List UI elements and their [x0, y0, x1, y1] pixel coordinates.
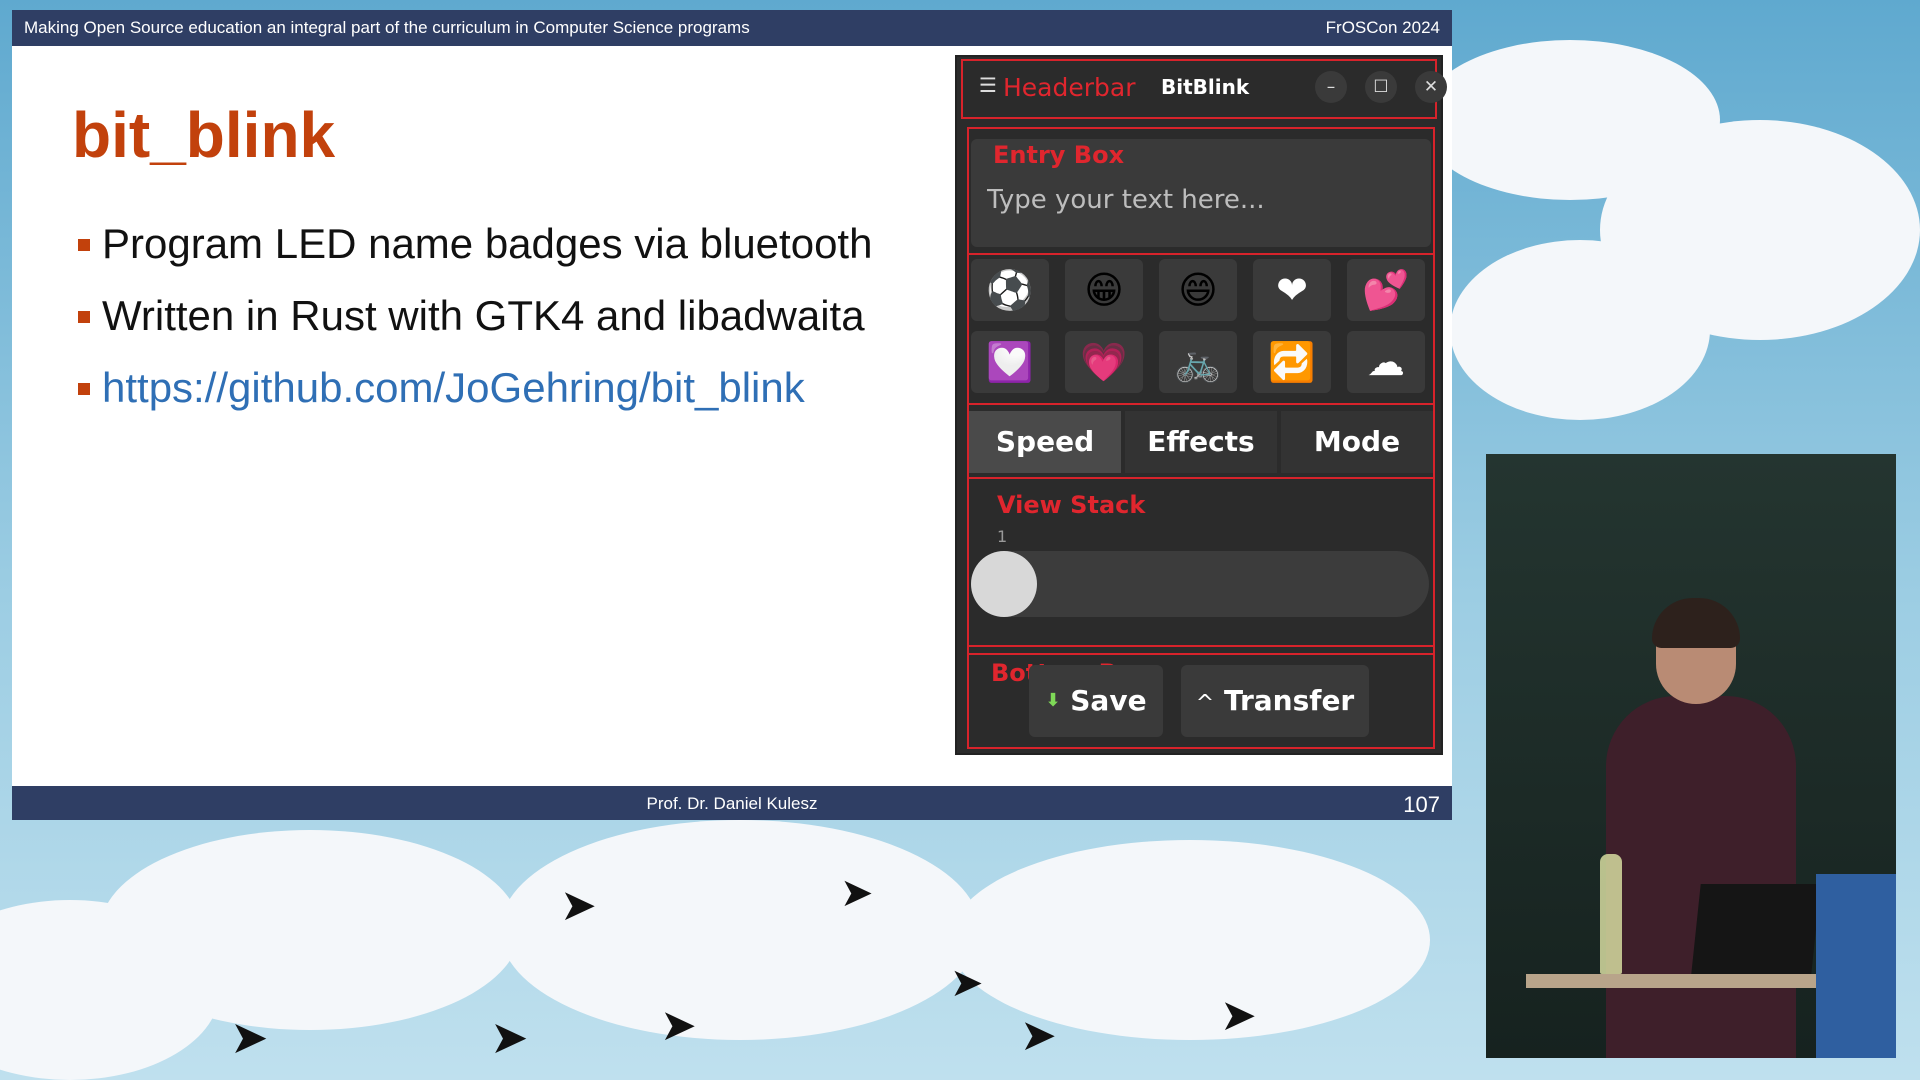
slider-handle[interactable]	[971, 551, 1037, 617]
speaker	[1606, 598, 1796, 1058]
bullet-text: Program LED name badges via bluetooth	[102, 220, 873, 267]
emoji-two-hearts-button[interactable]: 💕	[1347, 259, 1425, 321]
emoji-smile-button[interactable]: 😄	[1159, 259, 1237, 321]
emoji-soccer-button[interactable]: ⚽	[971, 259, 1049, 321]
presenter-name: Prof. Dr. Daniel Kulesz	[646, 794, 818, 813]
save-label: Save	[1070, 684, 1147, 717]
bullet-item: Written in Rust with GTK4 and libadwaita	[78, 292, 872, 364]
emoji-heart-button[interactable]: ❤	[1253, 259, 1331, 321]
conference-name: FrOSCon 2024	[1325, 18, 1440, 37]
emoji-repeat-button[interactable]: 🔁	[1253, 331, 1331, 393]
transfer-label: Transfer	[1223, 684, 1355, 717]
bird-silhouette: ➤	[840, 871, 874, 915]
view-switcher: Speed Effects Mode	[969, 411, 1435, 473]
bird-silhouette: ➤	[1220, 991, 1257, 1040]
bullet-text: Written in Rust with GTK4 and libadwaita	[102, 292, 865, 339]
bird-silhouette: ➤	[230, 1011, 269, 1063]
text-entry-field[interactable]	[985, 179, 1409, 221]
entry-box: Entry Box	[971, 139, 1431, 247]
minimize-button[interactable]: –	[1315, 71, 1347, 103]
chevron-up-icon: ^	[1195, 691, 1215, 716]
blue-panel	[1816, 874, 1896, 1058]
speed-slider[interactable]	[971, 551, 1429, 617]
emoji-bicycle-button[interactable]: 🚲	[1159, 331, 1237, 393]
emoji-growing-heart-button[interactable]: 💗	[1065, 331, 1143, 393]
menu-icon[interactable]: ☰	[979, 73, 997, 97]
bird-silhouette: ➤	[660, 1001, 697, 1050]
window-title: BitBlink	[1161, 75, 1250, 99]
cloud	[1450, 240, 1710, 420]
tab-speed[interactable]: Speed	[969, 411, 1121, 473]
close-button[interactable]: ✕	[1415, 71, 1447, 103]
transfer-button[interactable]: ^ Transfer	[1181, 665, 1369, 737]
bird-silhouette: ➤	[1020, 1011, 1057, 1060]
slide-title: bit_blink	[72, 99, 336, 171]
slide-number: 107	[1403, 792, 1440, 817]
speaker-body	[1606, 696, 1796, 1058]
maximize-button[interactable]: ☐	[1365, 71, 1397, 103]
view-stack-label: View Stack	[997, 491, 1146, 519]
bullet-item: https://github.com/JoGehring/bit_blink	[78, 364, 872, 436]
water-bottle	[1600, 854, 1622, 974]
laptop	[1691, 884, 1821, 974]
bullet-item: Program LED name badges via bluetooth	[78, 220, 872, 292]
speaker-camera-feed	[1486, 454, 1896, 1058]
save-button[interactable]: ⬇ Save	[1029, 665, 1163, 737]
emoji-grin-button[interactable]: 😁	[1065, 259, 1143, 321]
bird-silhouette: ➤	[490, 1011, 529, 1063]
bullet-list: Program LED name badges via bluetooth Wr…	[78, 220, 872, 436]
bird-silhouette: ➤	[950, 961, 984, 1005]
speaker-hair	[1652, 598, 1740, 648]
emoji-heart-decoration-button[interactable]: 💟	[971, 331, 1049, 393]
speed-value: 1	[997, 527, 1008, 546]
github-link[interactable]: https://github.com/JoGehring/bit_blink	[102, 364, 805, 411]
entry-box-label: Entry Box	[993, 141, 1125, 169]
emoji-cloud-button[interactable]: ☁	[1347, 331, 1425, 393]
download-icon: ⬇	[1045, 690, 1061, 711]
tab-effects[interactable]: Effects	[1125, 411, 1277, 473]
tab-mode[interactable]: Mode	[1281, 411, 1433, 473]
bitblink-app-window: ☰ Headerbar BitBlink – ☐ ✕ Entry Box ⚽ 😁…	[955, 55, 1447, 755]
slide-footer-bar: Prof. Dr. Daniel Kulesz 107	[12, 786, 1452, 820]
slide-header-bar: Making Open Source education an integral…	[12, 10, 1452, 46]
headerbar-label: Headerbar	[1003, 73, 1136, 102]
talk-title: Making Open Source education an integral…	[24, 18, 750, 37]
bird-silhouette: ➤	[560, 881, 597, 930]
